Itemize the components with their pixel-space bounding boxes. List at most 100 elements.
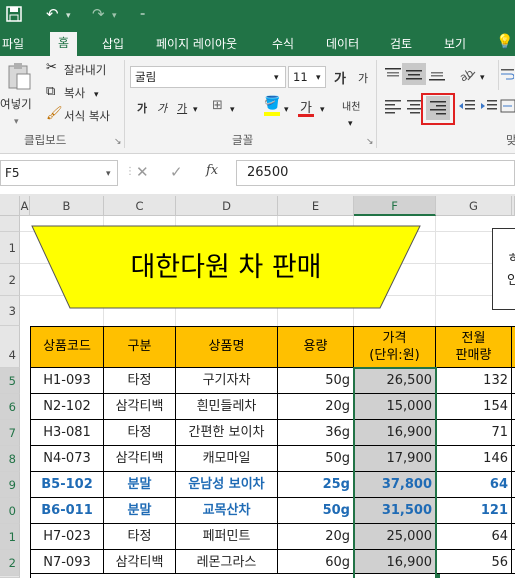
select-all-corner[interactable] [0,196,20,216]
font-color-dropdown-icon[interactable]: ▾ [320,102,325,118]
cell-product-name[interactable]: 흰민들레차 [176,394,278,420]
cell-product-name[interactable]: 교목산차 [176,498,278,524]
row-header-2[interactable]: 2 [0,264,20,296]
fill-handle[interactable] [435,574,440,578]
column-header-g[interactable]: G [436,196,512,216]
tab-home[interactable]: 홈 [50,32,78,56]
cell-product-name[interactable]: 캐모마일 [176,446,278,472]
cell-product-name[interactable]: 페퍼민트 [176,524,278,550]
tab-file[interactable]: 파일 [2,35,24,52]
row-header-12[interactable]: 2 [0,550,20,576]
paste-icon[interactable] [6,62,32,97]
tab-insert[interactable]: 삽입 [102,35,124,52]
orientation-dropdown-icon[interactable]: ▾ [480,70,485,86]
font-name-dropdown-icon[interactable]: ▾ [274,70,279,86]
row-header-8[interactable]: 8 [0,446,20,472]
column-header-b[interactable]: B [30,196,104,216]
cut-icon[interactable]: ✂ [46,60,57,76]
font-name-box[interactable]: 굴림 [130,66,286,88]
copy-dropdown-icon[interactable]: ▾ [94,87,99,103]
name-box[interactable]: F5 [0,160,118,186]
cell-category[interactable]: 삼각티백 [104,394,176,420]
header-product-code[interactable]: 상품코드 [31,327,104,368]
cell-category[interactable]: 타정 [104,420,176,446]
cell-product-name[interactable]: 간편한 보이차 [176,420,278,446]
fill-color-dropdown-icon[interactable]: ▾ [284,102,289,118]
cell-product-code[interactable]: H1-093 [31,368,104,394]
decrease-indent-icon[interactable] [458,98,476,119]
cell-category[interactable]: 삼각티백 [104,446,176,472]
orientation-icon[interactable]: ab [457,66,478,87]
clipboard-launcher-icon[interactable]: ↘ [114,134,122,150]
save-icon[interactable] [6,6,22,26]
cell-sales[interactable]: 146 [436,446,512,472]
italic-button[interactable]: 가 [157,100,167,116]
decrease-font-button[interactable]: 가 [358,70,368,86]
cell-sales[interactable]: 71 [436,420,512,446]
note-box[interactable]: ㅎ 인 [492,228,515,310]
tab-formulas[interactable]: 수식 [272,35,294,52]
cell-category[interactable]: 분말 [104,472,176,498]
cell-product-code[interactable]: H3-081 [31,420,104,446]
cancel-icon[interactable]: ✕ [136,164,149,180]
name-box-dropdown-icon[interactable]: ▾ [106,166,111,182]
header-last-month-sales[interactable]: 전월 판매량 [436,327,512,368]
row-header-10[interactable]: 0 [0,498,20,524]
enter-icon[interactable]: ✓ [170,164,183,180]
cell-product-code[interactable]: B5-102 [31,472,104,498]
format-painter-icon[interactable]: 🖌 [46,106,63,122]
header-volume[interactable]: 용량 [278,327,354,368]
row-header-9[interactable]: 9 [0,472,20,498]
borders-dropdown-icon[interactable]: ▾ [230,102,235,118]
row-header-7[interactable]: 7 [0,420,20,446]
row-header-4[interactable]: 4 [0,326,20,368]
column-header-d[interactable]: D [176,196,278,216]
cell-sales[interactable]: 64 [436,524,512,550]
cell-volume[interactable]: 25g [278,472,354,498]
row-header[interactable] [0,216,20,232]
paste-dropdown-icon[interactable]: ▾ [14,114,19,130]
cell-sales[interactable]: 154 [436,394,512,420]
fill-color-icon[interactable]: 🪣 [264,96,280,112]
cell-category[interactable]: 타정 [104,524,176,550]
cell-volume[interactable]: 50g [278,368,354,394]
row-header-5[interactable]: 5 [0,368,20,394]
format-painter-label[interactable]: 서식 복사 [64,108,110,124]
cell-volume[interactable]: 50g [278,446,354,472]
bold-button[interactable]: 가 [137,100,147,116]
redo-dropdown-icon[interactable]: ▾ [112,8,117,24]
cell-product-name[interactable]: 구기자차 [176,368,278,394]
row-header-11[interactable]: 1 [0,524,20,550]
cell-category[interactable]: 분말 [104,498,176,524]
undo-icon[interactable]: ↶ [46,6,59,22]
header-product-name[interactable]: 상품명 [176,327,278,368]
cell-product-code[interactable]: N4-073 [31,446,104,472]
increase-font-button[interactable]: 가 [334,68,346,87]
copy-label[interactable]: 복사 [64,85,85,101]
font-size-dropdown-icon[interactable]: ▾ [316,70,321,86]
cell-sales[interactable]: 64 [436,472,512,498]
cell-volume[interactable]: 20g [278,394,354,420]
cell-product-code[interactable]: H7-023 [31,524,104,550]
tab-data[interactable]: 데이터 [326,35,359,52]
cell-volume[interactable]: 60g [278,550,354,574]
column-header-c[interactable]: C [104,196,176,216]
align-middle-button[interactable] [402,63,426,85]
cell-product-code[interactable]: N7-093 [31,550,104,574]
cell-product-name[interactable]: 레몬그라스 [176,550,278,574]
paste-label[interactable]: 여넣기 [0,96,32,112]
row-header-1[interactable]: 1 [0,232,20,264]
cell-sales[interactable]: 56 [436,550,512,574]
header-category[interactable]: 구분 [104,327,176,368]
column-header-a[interactable]: A [20,196,30,216]
row-header-6[interactable]: 6 [0,394,20,420]
align-bottom-icon[interactable] [428,66,446,87]
column-header-e[interactable]: E [278,196,354,216]
cell-volume[interactable]: 50g [278,498,354,524]
row-header-3[interactable]: 3 [0,296,20,326]
copy-icon[interactable]: ⧉ [46,84,55,100]
align-right-button[interactable] [426,96,450,120]
header-price[interactable]: 가격 (단위:원) [354,327,436,368]
cell-product-name[interactable]: 운남성 보이차 [176,472,278,498]
cell-product-code[interactable]: N2-102 [31,394,104,420]
